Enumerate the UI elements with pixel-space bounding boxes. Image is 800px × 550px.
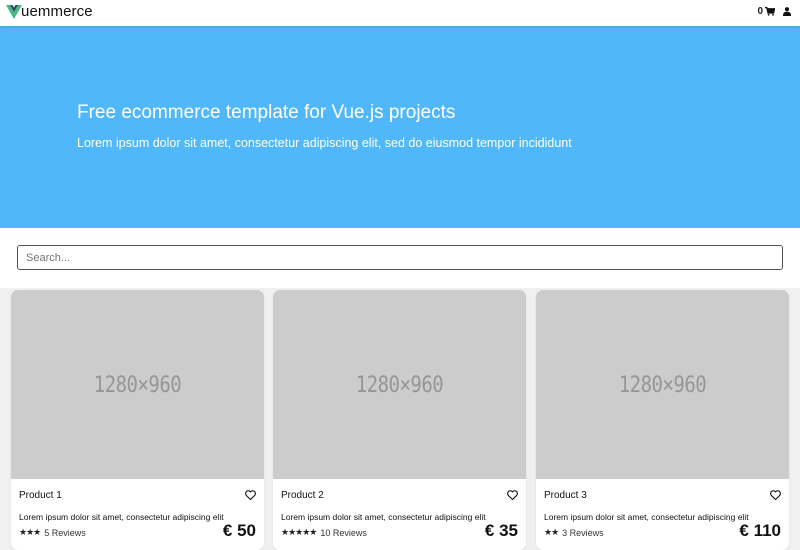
product-image[interactable]: 1280×960 (273, 290, 526, 479)
brand-text: uemmerce (21, 3, 93, 20)
product-card[interactable]: 1280×960 Product 1 Lorem ipsum dolor sit… (11, 290, 264, 550)
cart-count: 0 (757, 6, 763, 17)
product-card[interactable]: 1280×960 Product 3 Lorem ipsum dolor sit… (536, 290, 789, 550)
product-image-placeholder: 1280×960 (93, 371, 182, 398)
product-image[interactable]: 1280×960 (536, 290, 789, 479)
product-name[interactable]: Product 2 (281, 490, 324, 501)
product-price: € 110 (739, 521, 781, 540)
hero-banner: Free ecommerce template for Vue.js proje… (0, 26, 800, 228)
hero-subtitle: Lorem ipsum dolor sit amet, consectetur … (77, 136, 572, 150)
search-input[interactable] (17, 245, 783, 270)
navbar: uemmerce 0 (0, 0, 800, 26)
product-image-placeholder: 1280×960 (355, 371, 444, 398)
shopping-cart-icon (765, 7, 775, 16)
product-grid: 1280×960 Product 1 Lorem ipsum dolor sit… (0, 288, 800, 550)
product-name[interactable]: Product 1 (19, 490, 62, 501)
brand-link[interactable]: uemmerce (6, 4, 93, 20)
product-description: Lorem ipsum dolor sit amet, consectetur … (544, 512, 749, 522)
heart-icon[interactable] (770, 490, 781, 500)
product-description: Lorem ipsum dolor sit amet, consectetur … (281, 512, 486, 522)
product-name[interactable]: Product 3 (544, 490, 587, 501)
product-image[interactable]: 1280×960 (11, 290, 264, 479)
user-icon (783, 7, 791, 16)
user-account-button[interactable] (783, 7, 791, 16)
nav-actions: 0 (757, 6, 791, 17)
heart-icon[interactable] (507, 490, 518, 500)
cart-button[interactable]: 0 (757, 6, 775, 17)
hero-title: Free ecommerce template for Vue.js proje… (77, 102, 456, 123)
search-section (0, 228, 800, 288)
product-card[interactable]: 1280×960 Product 2 Lorem ipsum dolor sit… (273, 290, 526, 550)
product-price: € 35 (484, 521, 518, 540)
vue-logo-icon (6, 5, 22, 19)
heart-icon[interactable] (245, 490, 256, 500)
product-price: € 50 (222, 521, 256, 540)
product-description: Lorem ipsum dolor sit amet, consectetur … (19, 512, 224, 522)
product-image-placeholder: 1280×960 (618, 371, 707, 398)
